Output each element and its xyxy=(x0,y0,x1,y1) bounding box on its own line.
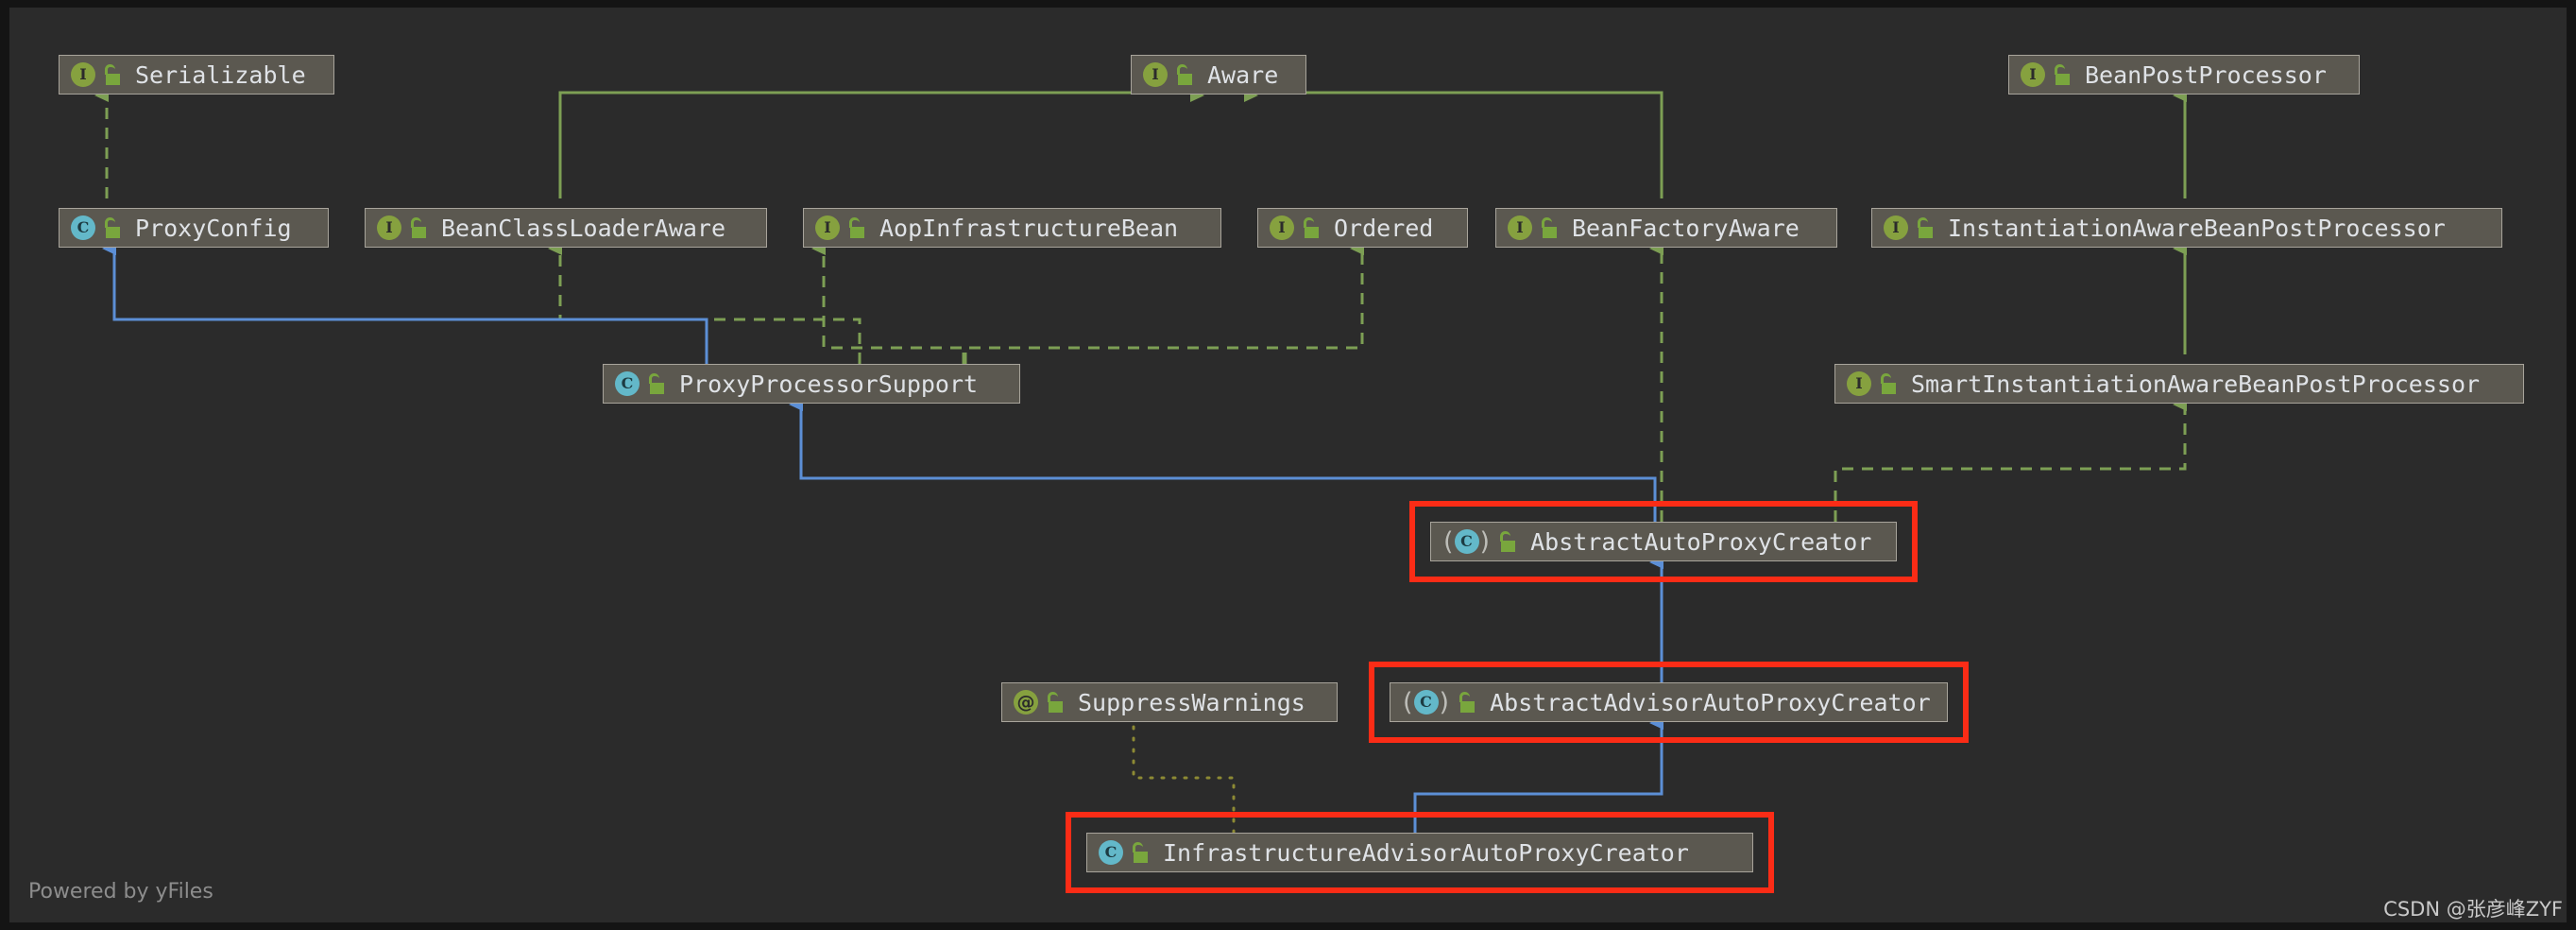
node-suppresswarnings[interactable]: @ SuppressWarnings xyxy=(1001,682,1338,722)
edge-proxyprocsupport-beanclassloaderaware xyxy=(548,242,862,364)
interface-badge-icon: I xyxy=(1847,371,1871,396)
interface-badge-icon: I xyxy=(1143,62,1168,87)
watermark-label: CSDN @张彦峰ZYF xyxy=(2383,898,2563,921)
edge-proxyprocsupport-proxyconfig xyxy=(102,242,708,364)
unlocked-padlock-icon xyxy=(410,217,429,238)
node-aopinfrastructurebean[interactable]: I AopInfrastructureBean xyxy=(803,208,1221,248)
diagram-canvas[interactable]: I Serializable I Aware I BeanPostProcess… xyxy=(9,8,2567,922)
powered-by-label: Powered by yFiles xyxy=(28,880,213,904)
node-abstractadvisorautoproxycreator[interactable]: (C) AbstractAdvisorAutoProxyCreator xyxy=(1390,682,1948,722)
unlocked-padlock-icon xyxy=(848,217,867,238)
node-label: AbstractAutoProxyCreator xyxy=(1530,527,1872,556)
edge-beanclassloaderaware-aware xyxy=(558,89,1204,198)
unlocked-padlock-icon xyxy=(1499,531,1518,552)
unlocked-padlock-icon xyxy=(1459,692,1477,713)
node-beanpostprocessor[interactable]: I BeanPostProcessor xyxy=(2008,55,2360,95)
node-beanfactoryaware[interactable]: I BeanFactoryAware xyxy=(1495,208,1837,248)
node-label: ProxyProcessorSupport xyxy=(679,370,979,398)
node-ordered[interactable]: I Ordered xyxy=(1257,208,1468,248)
node-instantiationawarebeanpostprocessor[interactable]: I InstantiationAwareBeanPostProcessor xyxy=(1871,208,2502,248)
interface-badge-icon: I xyxy=(1270,215,1294,240)
node-label: BeanFactoryAware xyxy=(1572,214,1800,242)
unlocked-padlock-icon xyxy=(104,64,123,85)
edge-proxyprocsupport-ordered xyxy=(964,242,1364,364)
unlocked-padlock-icon xyxy=(1541,217,1560,238)
node-label: Ordered xyxy=(1334,214,1434,242)
edge-beanfactoryaware-aware xyxy=(1244,89,1663,198)
interface-badge-icon: I xyxy=(2021,62,2045,87)
node-abstractautoproxycreator[interactable]: (C) AbstractAutoProxyCreator xyxy=(1430,522,1897,561)
node-label: SuppressWarnings xyxy=(1078,688,1305,716)
unlocked-padlock-icon xyxy=(104,217,123,238)
node-label: AopInfrastructureBean xyxy=(879,214,1179,242)
node-label: SmartInstantiationAwareBeanPostProcessor xyxy=(1911,370,2481,398)
node-label: BeanPostProcessor xyxy=(2085,60,2327,89)
edge-layer xyxy=(94,89,2187,835)
node-infrastructureadvisorautoproxycreator[interactable]: C InfrastructureAdvisorAutoProxyCreator xyxy=(1086,833,1753,872)
interface-badge-icon: I xyxy=(1508,215,1532,240)
unlocked-padlock-icon xyxy=(2054,64,2073,85)
abstract-class-badge-icon: (C) xyxy=(1443,526,1491,557)
interface-badge-icon: I xyxy=(815,215,840,240)
unlocked-padlock-icon xyxy=(648,373,667,394)
annotation-badge-icon: @ xyxy=(1014,690,1038,715)
diagram-root: I Serializable I Aware I BeanPostProcess… xyxy=(0,0,2576,930)
node-label: InfrastructureAdvisorAutoProxyCreator xyxy=(1163,838,1689,867)
edge-abstractautoproxy-proxyprocsupport xyxy=(789,398,1657,522)
edge-infrastructureadvisor-suppresswarnings xyxy=(1132,721,1236,835)
edge-infrastructureadvisor-abstractadvisor xyxy=(1413,716,1663,833)
edge-proxyprocsupport-aopinfrabean xyxy=(811,242,967,364)
node-label: Aware xyxy=(1207,60,1279,89)
interface-badge-icon: I xyxy=(1884,215,1908,240)
node-smartinstantiationawarebeanpostprocessor[interactable]: I SmartInstantiationAwareBeanPostProcess… xyxy=(1834,364,2524,404)
node-serializable[interactable]: I Serializable xyxy=(59,55,334,95)
node-proxyprocessorsupport[interactable]: C ProxyProcessorSupport xyxy=(603,364,1020,404)
unlocked-padlock-icon xyxy=(1917,217,1936,238)
class-badge-icon: C xyxy=(71,215,95,240)
node-label: AbstractAdvisorAutoProxyCreator xyxy=(1490,688,1931,716)
unlocked-padlock-icon xyxy=(1880,373,1899,394)
node-proxyconfig[interactable]: C ProxyConfig xyxy=(59,208,329,248)
node-label: ProxyConfig xyxy=(135,214,292,242)
class-badge-icon: C xyxy=(1099,840,1123,865)
class-badge-icon: C xyxy=(615,371,640,396)
node-label: BeanClassLoaderAware xyxy=(441,214,726,242)
node-label: Serializable xyxy=(135,60,306,89)
node-label: InstantiationAwareBeanPostProcessor xyxy=(1948,214,2446,242)
unlocked-padlock-icon xyxy=(1132,842,1151,863)
unlocked-padlock-icon xyxy=(1047,692,1066,713)
node-beanclassloaderaware[interactable]: I BeanClassLoaderAware xyxy=(365,208,767,248)
node-aware[interactable]: I Aware xyxy=(1131,55,1306,95)
abstract-class-badge-icon: (C) xyxy=(1403,687,1450,717)
unlocked-padlock-icon xyxy=(1176,64,1195,85)
interface-badge-icon: I xyxy=(71,62,95,87)
unlocked-padlock-icon xyxy=(1303,217,1322,238)
interface-badge-icon: I xyxy=(377,215,401,240)
edge-abstractautoproxy-smartinstantiation xyxy=(1834,398,2187,522)
